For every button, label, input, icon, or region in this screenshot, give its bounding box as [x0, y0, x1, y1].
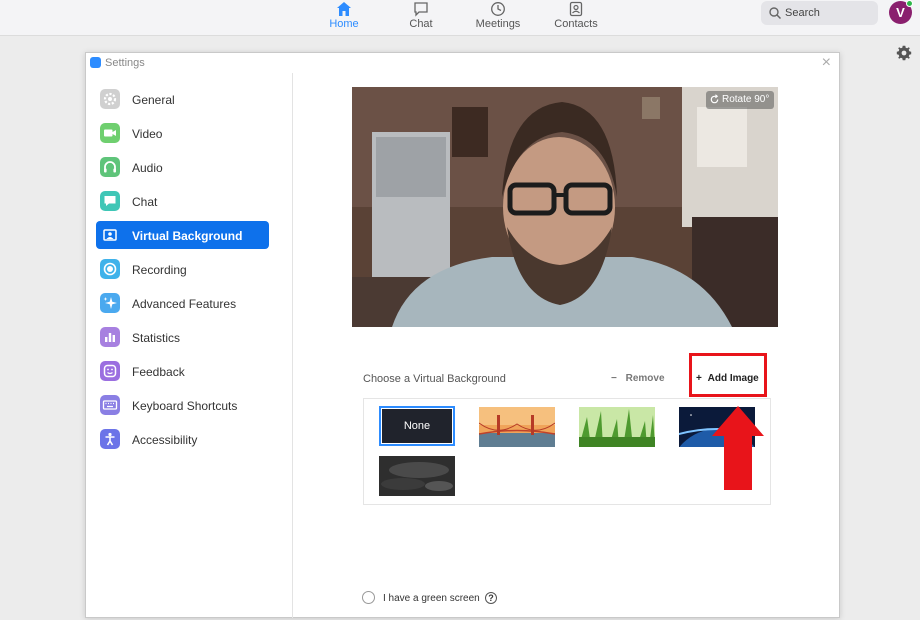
thumbnail-golden-gate-bridge[interactable]	[479, 407, 555, 447]
help-icon[interactable]: ?	[485, 592, 497, 604]
online-status-dot	[906, 0, 913, 7]
sidebar-item-label: Chat	[132, 195, 158, 209]
nav-contacts[interactable]: Contacts	[541, 0, 611, 36]
top-nav-bar: Home Chat Meetings Contacts Search V	[0, 0, 920, 36]
contact-icon	[569, 1, 583, 17]
sidebar-item-feedback[interactable]: Feedback	[96, 357, 269, 385]
sidebar-item-general[interactable]: General	[96, 85, 269, 113]
settings-gear-icon[interactable]	[896, 45, 912, 61]
rotate-label: Rotate 90°	[722, 94, 770, 105]
gear-icon	[100, 89, 120, 109]
nav-contacts-label: Contacts	[554, 18, 598, 30]
minus-icon: −	[611, 373, 617, 384]
sidebar-item-label: Statistics	[132, 331, 181, 345]
green-screen-checkbox[interactable]	[362, 591, 375, 604]
sidebar-item-audio[interactable]: Audio	[96, 153, 269, 181]
clock-icon	[491, 2, 505, 16]
search-icon	[769, 7, 782, 20]
rotate-icon	[710, 94, 719, 104]
sidebar-item-label: Feedback	[132, 365, 185, 379]
avatar[interactable]: V	[889, 0, 913, 24]
chat-bubble-icon	[100, 191, 120, 211]
rotate-button[interactable]: Rotate 90°	[706, 91, 774, 109]
red-arrow-annotation	[712, 406, 764, 490]
sidebar-item-recording[interactable]: Recording	[96, 255, 269, 283]
nav-meetings[interactable]: Meetings	[463, 0, 533, 36]
background-thumbnails-panel: None	[363, 398, 771, 505]
sidebar-item-label: Virtual Background	[132, 229, 243, 243]
sidebar-item-video[interactable]: Video	[96, 119, 269, 147]
home-icon	[337, 2, 351, 16]
portrait-icon	[100, 225, 120, 245]
sidebar-item-label: Accessibility	[132, 433, 198, 447]
sidebar-item-accessibility[interactable]: Accessibility	[96, 425, 269, 453]
settings-sidebar: General Video Audio Chat Virtual Backgro…	[86, 73, 293, 618]
nav-home-label: Home	[329, 18, 359, 30]
green-screen-label: I have a green screen	[383, 593, 480, 604]
remove-label: Remove	[625, 373, 665, 384]
chat-icon	[414, 2, 428, 17]
thumbnail-none-label: None	[403, 420, 431, 432]
camera-preview-image	[352, 87, 778, 327]
add-image-button[interactable]: + Add Image	[696, 373, 759, 384]
camera-preview: Rotate 90°	[352, 87, 778, 327]
sidebar-item-advanced-features[interactable]: Advanced Features	[96, 289, 269, 317]
thumbnail-green-grass[interactable]	[579, 407, 655, 447]
nav-home[interactable]: Home	[309, 0, 379, 36]
nav-chat-label: Chat	[409, 18, 433, 30]
sidebar-item-label: Advanced Features	[132, 297, 237, 311]
window-title: Settings	[105, 57, 145, 69]
sidebar-item-label: Video	[132, 127, 163, 141]
nav-meetings-label: Meetings	[475, 18, 521, 30]
sidebar-item-keyboard-shortcuts[interactable]: Keyboard Shortcuts	[96, 391, 269, 419]
nav-chat[interactable]: Chat	[386, 0, 456, 36]
keyboard-icon	[100, 395, 120, 415]
sidebar-item-label: Audio	[132, 161, 163, 175]
add-image-highlight: + Add Image	[689, 353, 767, 397]
zoom-app-icon	[90, 57, 101, 68]
sidebar-item-chat[interactable]: Chat	[96, 187, 269, 215]
bar-chart-icon	[100, 327, 120, 347]
thumbnail-none[interactable]: None	[379, 406, 455, 446]
avatar-letter: V	[896, 5, 905, 20]
search-placeholder: Search	[785, 7, 820, 19]
record-icon	[100, 259, 120, 279]
sidebar-item-label: Recording	[132, 263, 187, 277]
sidebar-item-statistics[interactable]: Statistics	[96, 323, 269, 351]
search-input[interactable]: Search	[761, 1, 878, 25]
sparkle-icon	[100, 293, 120, 313]
sidebar-item-virtual-background[interactable]: Virtual Background	[96, 221, 269, 249]
close-icon[interactable]: ×	[822, 54, 831, 72]
accessibility-icon	[100, 429, 120, 449]
add-image-label: Add Image	[707, 373, 759, 384]
headphones-icon	[100, 157, 120, 177]
thumbnail-dark-texture[interactable]	[379, 456, 455, 496]
choose-background-label: Choose a Virtual Background	[363, 373, 506, 385]
settings-window: Settings × General Video Audio Chat Virt…	[85, 52, 840, 618]
sidebar-item-label: General	[132, 93, 175, 107]
remove-button[interactable]: − Remove	[611, 373, 665, 384]
video-icon	[100, 123, 120, 143]
smiley-icon	[100, 361, 120, 381]
sidebar-item-label: Keyboard Shortcuts	[132, 399, 238, 413]
window-title-bar: Settings ×	[86, 53, 839, 73]
plus-icon: +	[696, 373, 702, 384]
